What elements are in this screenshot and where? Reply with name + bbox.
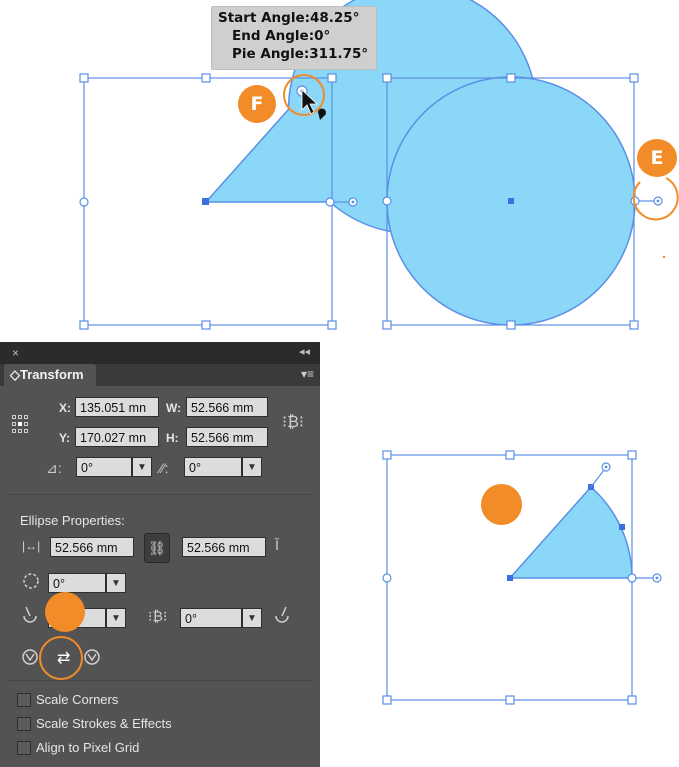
start-angle-text: Start Angle:48.25° (218, 10, 360, 26)
center-point-1 (202, 198, 209, 205)
pie-start-angle-icon (23, 606, 37, 623)
callout-e: E (637, 139, 677, 177)
scale-strokes-label: Scale Strokes & Effects (36, 716, 172, 731)
constrain-angle-icon[interactable]: ⁝₿⁝ (148, 608, 167, 625)
align-pixel-checkbox[interactable] (17, 741, 31, 755)
h-input[interactable]: 52.566 mm (186, 427, 268, 447)
rotate-input[interactable]: 0° (76, 457, 132, 477)
pie-end-dropdown[interactable]: ▼ (242, 608, 262, 628)
ellipse-rotation-dropdown[interactable]: ▼ (106, 573, 126, 593)
ellipse-height-input[interactable]: 52.566 mm (182, 537, 266, 557)
link-dimensions-icon[interactable]: ⛓ (144, 533, 170, 563)
x-label: X: (59, 401, 71, 415)
end-angle-text: End Angle:0° (232, 28, 331, 44)
scale-corners-checkbox[interactable] (17, 693, 31, 707)
transform-panel: × ◂◂ ◇Transform ▾≡ X: 135.051 mn W: 52.5… (0, 342, 320, 767)
shear-input[interactable]: 0° (184, 457, 242, 477)
tab-row: ◇Transform ▾≡ (0, 364, 320, 386)
h-label: H: (166, 431, 179, 445)
ellipse-width-icon: |↔| (22, 539, 41, 553)
reference-point-icon[interactable] (12, 415, 28, 435)
pie-end-swap-icon[interactable] (82, 647, 102, 667)
rotate-dropdown[interactable]: ▼ (132, 457, 152, 477)
panel-menu-icon[interactable]: ▾≡ (301, 367, 314, 381)
divider-2 (8, 680, 312, 681)
pie-start-swap-icon[interactable] (20, 647, 40, 667)
pie-end-angle-icon (275, 606, 289, 623)
constrain-proportions-icon[interactable]: ⁝₿⁝ (282, 412, 304, 432)
pie-end-input[interactable]: 0° (180, 608, 242, 628)
tab-transform[interactable]: ◇Transform (4, 364, 96, 386)
pie-shape-3[interactable] (382, 450, 662, 705)
close-icon[interactable]: × (12, 346, 19, 360)
center-point-2 (508, 198, 514, 204)
y-input[interactable]: 170.027 mn (75, 427, 159, 447)
shear-angle-icon: ⁄⁄: (160, 460, 169, 476)
callout-f: F (238, 85, 276, 123)
rotate-angle-icon: ⊿: (46, 460, 62, 476)
x-input[interactable]: 135.051 mn (75, 397, 159, 417)
w-input[interactable]: 52.566 mm (186, 397, 268, 417)
y-label: Y: (59, 431, 71, 445)
ellipse-properties-title: Ellipse Properties: (20, 513, 125, 528)
collapse-icon[interactable]: ◂◂ (299, 345, 310, 358)
angle-tooltip: Start Angle:48.25° End Angle:0° Pie Angl… (211, 6, 377, 70)
shear-dropdown[interactable]: ▼ (242, 457, 262, 477)
pie-angle-text: Pie Angle:311.75° (232, 46, 369, 62)
scale-corners-label: Scale Corners (36, 692, 119, 707)
ellipse-height-icon: Ĭ (275, 537, 279, 553)
scale-strokes-checkbox[interactable] (17, 717, 31, 731)
ellipse-rotation-icon (23, 573, 39, 589)
ellipse-shape-2[interactable] (382, 73, 679, 330)
ellipse-rotation-input[interactable]: 0° (48, 573, 106, 593)
ellipse-width-input[interactable]: 52.566 mm (50, 537, 134, 557)
callout-panel-dot (45, 592, 85, 632)
highlight-ring-swap (39, 636, 83, 680)
panel-title-bar: × ◂◂ (0, 342, 320, 364)
w-label: W: (166, 401, 182, 415)
divider-1 (8, 494, 312, 495)
callout-dot (481, 484, 522, 525)
align-pixel-label: Align to Pixel Grid (36, 740, 140, 755)
pie-start-dropdown[interactable]: ▼ (106, 608, 126, 628)
